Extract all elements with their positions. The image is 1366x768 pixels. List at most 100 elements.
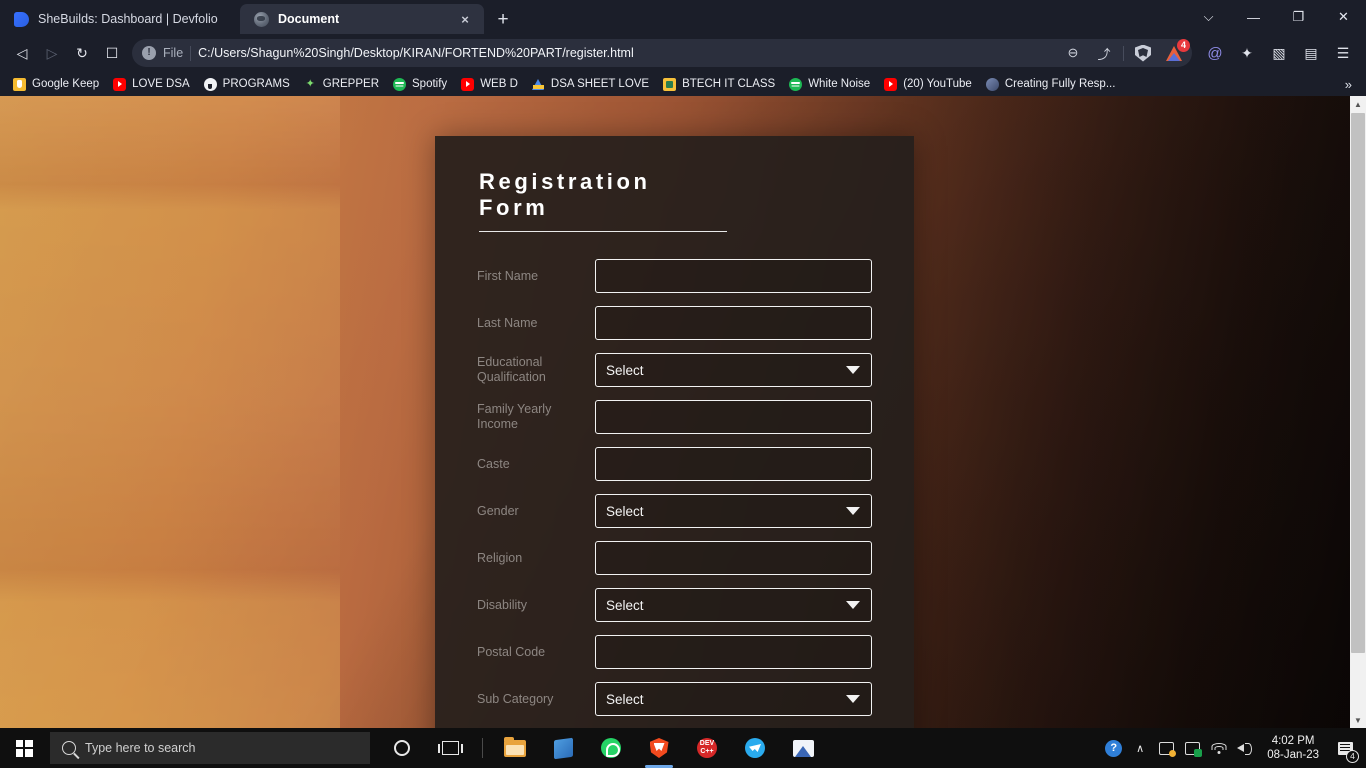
taskbar-icons: DEV C++: [378, 728, 827, 768]
new-tab-button[interactable]: +: [489, 5, 517, 33]
system-tray: ? ∧ 4:02 PM 08-Jan-23 4: [1100, 728, 1366, 768]
shield-icon[interactable]: [1131, 41, 1155, 65]
postal-code-input[interactable]: [595, 635, 872, 669]
tab-document[interactable]: Document ×: [240, 4, 484, 34]
disability-select[interactable]: Select: [595, 588, 872, 622]
minimize-button[interactable]: —: [1231, 0, 1276, 34]
bookmark-label: Spotify: [412, 78, 448, 90]
windows-taskbar: Type here to search DEV C++ ? ∧ 4:02 PM …: [0, 728, 1366, 768]
bookmark-web-d[interactable]: WEB D: [454, 76, 525, 93]
reload-icon[interactable]: ↻: [68, 39, 96, 67]
share-icon[interactable]: ⤴: [1092, 41, 1116, 65]
field-label: Religion: [477, 550, 523, 565]
select-value: Select: [606, 597, 644, 613]
url-text[interactable]: C:/Users/Shagun%20Singh/Desktop/KIRAN/FO…: [198, 46, 1054, 60]
maximize-button[interactable]: ❐: [1276, 0, 1321, 34]
bookmark-icon[interactable]: ☐: [98, 39, 126, 67]
zoom-out-icon[interactable]: ⊖: [1061, 41, 1085, 65]
tab-search-icon[interactable]: ⌵: [1186, 0, 1231, 34]
brave-browser-icon[interactable]: [635, 728, 683, 768]
cortana-icon[interactable]: [378, 728, 426, 768]
bookmark-google-keep[interactable]: Google Keep: [6, 76, 106, 93]
taskbar-divider: [482, 738, 483, 758]
help-icon[interactable]: ?: [1100, 728, 1127, 768]
close-icon[interactable]: ×: [456, 10, 474, 28]
scroll-up-button[interactable]: ▲: [1350, 96, 1366, 112]
whatsapp-icon[interactable]: [587, 728, 635, 768]
field-label: Last Name: [477, 315, 538, 330]
keep-icon: [13, 77, 26, 91]
last-name-input[interactable]: [595, 306, 872, 340]
chevron-down-icon: [846, 507, 860, 515]
notifications-icon[interactable]: 4: [1328, 728, 1362, 768]
field-row-gender: Gender Select: [477, 493, 872, 529]
page-title: Registration Form: [479, 169, 727, 232]
field-row-disability: Disability Select: [477, 587, 872, 623]
page-scrollbar[interactable]: ▲ ▼: [1350, 96, 1366, 728]
first-name-input[interactable]: [595, 259, 872, 293]
brave-rewards-icon[interactable]: 4: [1162, 39, 1190, 65]
bookmark-spotify[interactable]: Spotify: [386, 76, 454, 93]
wifi-icon[interactable]: [1205, 728, 1232, 768]
select-value: Select: [606, 691, 644, 707]
task-view-icon[interactable]: [426, 728, 474, 768]
back-icon[interactable]: ◁: [8, 39, 36, 67]
bookmark-label: BTECH IT CLASS: [682, 78, 776, 90]
devcpp-icon[interactable]: DEV C++: [683, 728, 731, 768]
onedrive-icon[interactable]: [1153, 728, 1179, 768]
bookmark-dsa-sheet-love[interactable]: DSA SHEET LOVE: [525, 76, 656, 93]
rewards-badge: 4: [1177, 39, 1190, 52]
network-defender-icon[interactable]: [1179, 728, 1205, 768]
field-label: Postal Code: [477, 644, 546, 659]
bookmark-love-dsa[interactable]: LOVE DSA: [106, 76, 197, 93]
tab-devfolio[interactable]: SheBuilds: Dashboard | Devfolio: [0, 4, 240, 34]
omnibox-divider: [1123, 45, 1124, 61]
youtube-icon: [884, 77, 898, 91]
spotify-icon: [393, 77, 407, 91]
sub-category-select[interactable]: Select: [595, 682, 872, 716]
page-viewport: Registration Form First Name Last Name E…: [0, 96, 1366, 728]
show-hidden-icons[interactable]: ∧: [1127, 728, 1153, 768]
forward-icon[interactable]: ▷: [38, 39, 66, 67]
grepper-icon: ✦: [305, 77, 315, 90]
drive-icon: [531, 78, 545, 91]
site-info-icon[interactable]: !: [142, 46, 156, 60]
caste-input[interactable]: [595, 447, 872, 481]
scroll-down-button[interactable]: ▼: [1350, 712, 1366, 728]
file-explorer-icon[interactable]: [491, 728, 539, 768]
family-yearly-income-input[interactable]: [595, 400, 872, 434]
field-label: Caste: [477, 456, 510, 471]
window-controls: ⌵ — ❐ ✕: [1186, 0, 1366, 34]
close-window-button[interactable]: ✕: [1321, 0, 1366, 34]
youtube-icon: [461, 77, 475, 91]
bookmarks-overflow-icon[interactable]: »: [1337, 77, 1360, 92]
religion-input[interactable]: [595, 541, 872, 575]
bookmark-btech-it-class[interactable]: BTECH IT CLASS: [656, 76, 782, 93]
educational-qualification-select[interactable]: Select: [595, 353, 872, 387]
globe-icon: [254, 11, 269, 27]
telegram-icon[interactable]: [731, 728, 779, 768]
field-label: First Name: [477, 268, 539, 283]
chevron-down-icon: [846, 366, 860, 374]
bookmark-white-noise[interactable]: White Noise: [782, 76, 877, 93]
start-button[interactable]: [0, 728, 48, 768]
menu-icon[interactable]: ☰: [1328, 38, 1358, 68]
microsoft-store-icon[interactable]: [539, 728, 587, 768]
extensions-icon[interactable]: ✦: [1232, 38, 1262, 68]
bookmark-label: GREPPER: [322, 78, 380, 90]
bookmark-programs[interactable]: PROGRAMS: [197, 76, 297, 93]
photos-icon[interactable]: [779, 728, 827, 768]
sidebar-icon[interactable]: ▧: [1264, 38, 1294, 68]
wallet-icon[interactable]: ▤: [1296, 38, 1326, 68]
leo-ai-icon[interactable]: @: [1200, 38, 1230, 68]
clock[interactable]: 4:02 PM 08-Jan-23: [1258, 728, 1328, 768]
volume-icon[interactable]: [1232, 728, 1258, 768]
gender-select[interactable]: Select: [595, 494, 872, 528]
field-row-religion: Religion: [477, 540, 872, 576]
bookmark-grepper[interactable]: ✦ GREPPER: [297, 76, 386, 93]
bookmark-creating-fully-resp[interactable]: Creating Fully Resp...: [979, 76, 1123, 93]
taskbar-search[interactable]: Type here to search: [50, 732, 370, 764]
bookmark-youtube[interactable]: (20) YouTube: [877, 76, 979, 93]
scrollbar-thumb[interactable]: [1351, 113, 1365, 653]
address-bar[interactable]: ! File C:/Users/Shagun%20Singh/Desktop/K…: [132, 39, 1192, 67]
